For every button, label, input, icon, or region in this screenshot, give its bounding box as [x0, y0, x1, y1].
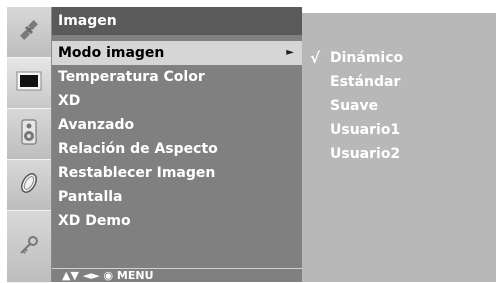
- menu-item-label: XD Demo: [58, 213, 131, 229]
- checkmark-icon: √: [310, 49, 321, 67]
- category-rail: [7, 7, 52, 283]
- menu-title: Imagen: [52, 7, 302, 35]
- key-icon: [17, 233, 41, 261]
- menu-item-label: Restablecer Imagen: [58, 165, 216, 181]
- menu-item-label: Temperatura Color: [58, 69, 205, 85]
- picture-menu: Imagen Modo imagen ► Temperatura Color X…: [52, 7, 302, 282]
- submenu-arrow-icon: ►: [286, 47, 294, 58]
- menu-item-label: Pantalla: [58, 189, 123, 205]
- menu-item-xd-demo[interactable]: XD Demo: [52, 209, 302, 233]
- menu-item-avanzado[interactable]: Avanzado: [52, 113, 302, 137]
- rail-item-picture[interactable]: [7, 58, 51, 109]
- menu-item-label: Relación de Aspecto: [58, 141, 218, 157]
- menu-item-temperatura-color[interactable]: Temperatura Color: [52, 65, 302, 89]
- submenu-item-label: Usuario1: [330, 122, 401, 138]
- submenu-item-estandar[interactable]: Estándar: [302, 70, 496, 94]
- clock-icon: [17, 171, 41, 199]
- submenu-item-usuario1[interactable]: Usuario1: [302, 118, 496, 142]
- menu-list: Modo imagen ► Temperatura Color XD Avanz…: [52, 41, 302, 233]
- rail-item-lock[interactable]: [7, 211, 51, 283]
- submenu-item-label: Estándar: [330, 74, 401, 90]
- submenu-list: √ Dinámico Estándar Suave Usuario1 Usuar…: [302, 46, 496, 166]
- menu-item-relacion-de-aspecto[interactable]: Relación de Aspecto: [52, 137, 302, 161]
- tv-osd-menu: Imagen Modo imagen ► Temperatura Color X…: [0, 0, 496, 283]
- menu-item-xd[interactable]: XD: [52, 89, 302, 113]
- submenu-item-dinamico[interactable]: √ Dinámico: [302, 46, 496, 70]
- menu-item-modo-imagen[interactable]: Modo imagen ►: [52, 41, 302, 65]
- submenu-item-label: Suave: [330, 98, 379, 114]
- speaker-icon: [20, 119, 38, 149]
- menu-item-restablecer-imagen[interactable]: Restablecer Imagen: [52, 161, 302, 185]
- menu-item-label: XD: [58, 93, 81, 109]
- submenu-item-usuario2[interactable]: Usuario2: [302, 142, 496, 166]
- menu-item-label: Avanzado: [58, 117, 135, 133]
- submenu-item-label: Dinámico: [330, 50, 404, 66]
- navigation-hint: ▲▼ ◄► ◉ MENU: [52, 268, 302, 282]
- rail-item-channel[interactable]: [7, 7, 51, 58]
- rail-item-audio[interactable]: [7, 109, 51, 160]
- submenu-item-suave[interactable]: Suave: [302, 94, 496, 118]
- picture-mode-submenu: √ Dinámico Estándar Suave Usuario1 Usuar…: [302, 13, 496, 282]
- menu-item-pantalla[interactable]: Pantalla: [52, 185, 302, 209]
- menu-item-label: Modo imagen: [58, 45, 165, 61]
- rail-item-time[interactable]: [7, 160, 51, 211]
- satellite-icon: [17, 18, 41, 46]
- submenu-item-label: Usuario2: [330, 146, 401, 162]
- picture-icon: [16, 71, 42, 95]
